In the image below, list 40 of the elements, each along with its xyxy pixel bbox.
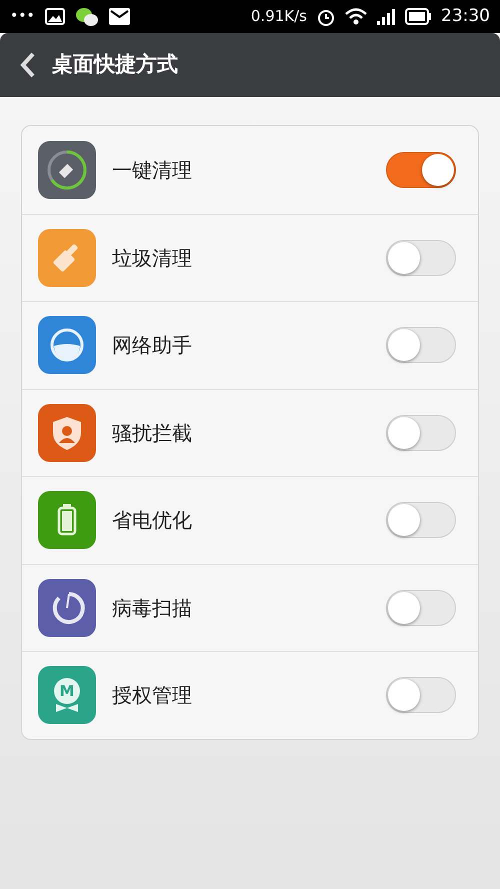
toggle-switch[interactable]	[386, 327, 456, 364]
toggle-switch[interactable]	[386, 590, 456, 626]
more-notifications-text: •••	[10, 7, 35, 26]
alarm-clock-icon	[317, 8, 335, 26]
shortcut-label: 授权管理	[112, 682, 193, 710]
shortcut-label: 病毒扫描	[112, 594, 193, 622]
shortcut-row[interactable]: M 授权管理	[22, 651, 478, 738]
signal-icon	[377, 8, 395, 25]
shortcut-row[interactable]: 垃圾清理	[22, 214, 478, 301]
shield-app-icon	[38, 404, 96, 462]
toggle-switch[interactable]	[386, 677, 456, 714]
toggle-switch[interactable]	[386, 502, 456, 538]
scan-app-icon	[38, 578, 96, 637]
shortcut-row[interactable]: 网络助手	[22, 301, 478, 388]
shortcut-label: 垃圾清理	[112, 244, 193, 272]
shortcut-row[interactable]: 省电优化	[22, 476, 478, 564]
shortcut-label: 一键清理	[112, 156, 193, 184]
back-icon[interactable]	[20, 52, 36, 78]
broom-app-icon	[38, 228, 96, 287]
network-speed-text: 0.91K/s	[250, 6, 307, 28]
wifi-icon	[345, 8, 367, 25]
shortcut-row[interactable]: 骚扰拦截	[22, 388, 478, 476]
toggle-switch[interactable]	[386, 414, 456, 451]
badge-app-icon: M	[38, 666, 96, 724]
battery-icon	[405, 8, 431, 25]
mail-icon	[108, 8, 130, 25]
toggle-switch[interactable]	[386, 240, 456, 276]
chat-icon	[74, 6, 99, 26]
clock-time: 23:30	[441, 4, 490, 28]
shortcut-label: 网络助手	[112, 332, 193, 360]
toggle-switch[interactable]	[386, 152, 456, 188]
shortcut-row[interactable]: 病毒扫描	[22, 564, 478, 651]
shortcut-label: 骚扰拦截	[112, 420, 193, 447]
page-title: 桌面快捷方式	[52, 51, 178, 78]
shortcut-row[interactable]: 一键清理	[22, 126, 478, 214]
cleanup-app-icon	[38, 140, 96, 199]
globe-app-icon	[38, 316, 96, 374]
shortcut-label: 省电优化	[112, 507, 193, 534]
battery-app-icon	[38, 491, 96, 550]
picture-icon	[44, 8, 65, 25]
